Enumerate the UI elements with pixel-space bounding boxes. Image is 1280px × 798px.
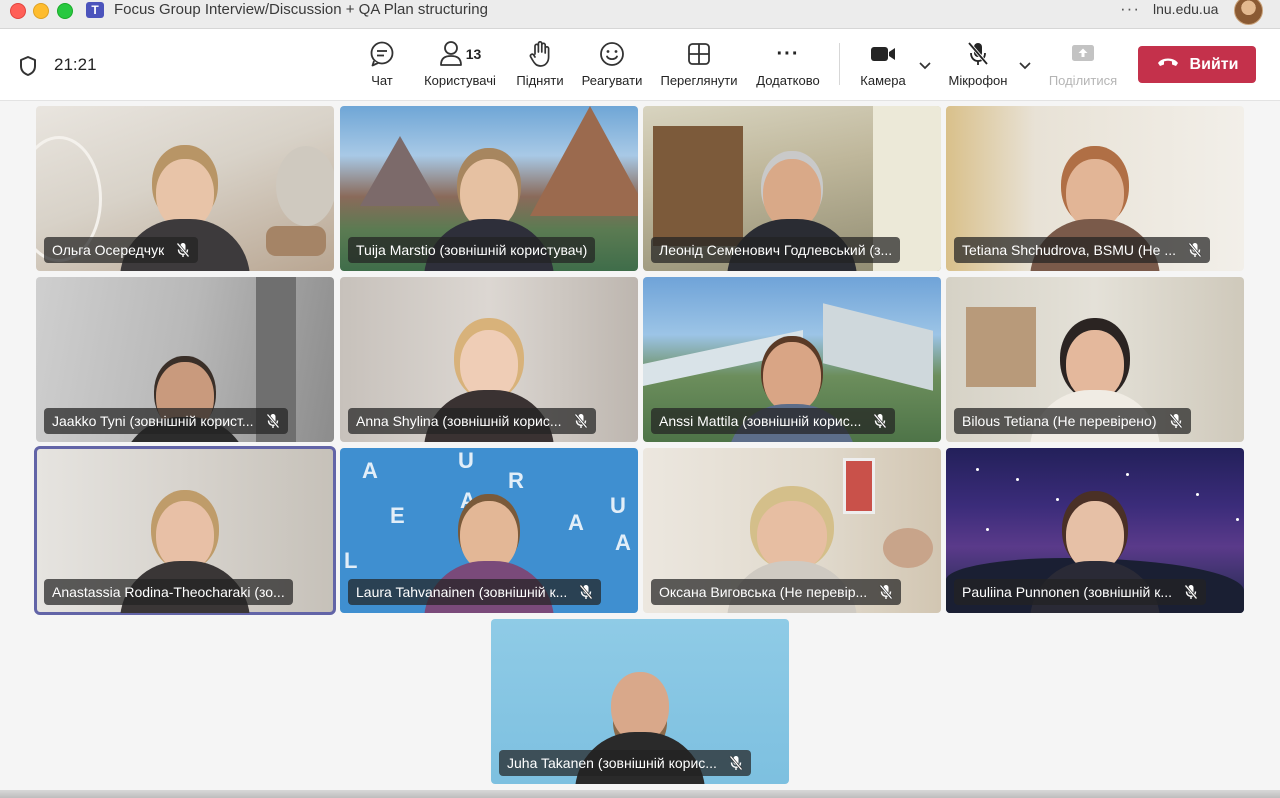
participant-nameplate: Pauliina Punnonen (зовнішній к... [954,579,1206,605]
participant-name: Jaakko Tyni (зовнішній корист... [52,413,254,429]
raise-hand-label: Підняти [516,73,564,88]
toolbar-divider [839,43,840,85]
participant-name: Оксана Виговська (Не перевір... [659,584,868,600]
participant-name: Juha Takanen (зовнішній корис... [507,755,717,771]
participant-nameplate: Jaakko Tyni (зовнішній корист... [44,408,288,434]
participant-name: Anna Shylina (зовнішній корис... [356,413,562,429]
window-more-button[interactable]: ··· [1120,0,1140,19]
participant-nameplate: Леонід Семенович Годлевський (з... [651,237,901,263]
more-icon: ··· [776,42,800,65]
more-actions-label: Додатково [756,73,820,88]
participant-name: Tetiana Shchudrova, BSMU (Не ... [962,242,1176,258]
participant-tile[interactable]: Tuija Marstio (зовнішній користувач) [340,106,638,271]
participant-tile[interactable]: Tetiana Shchudrova, BSMU (Не ... [946,106,1244,271]
chat-label: Чат [371,73,393,88]
meeting-toolbar: 21:21 Чат 13 Користувачі Підняти Реагува… [0,29,1280,101]
people-label: Користувачі [424,73,496,88]
mic-muted-icon [873,413,887,429]
participant-name: Tuija Marstio (зовнішній користувач) [356,242,588,258]
mic-options-chevron-down-icon[interactable] [1018,57,1032,75]
participant-tile[interactable]: Pauliina Punnonen (зовнішній к... [946,448,1244,613]
react-label: Реагувати [581,73,643,88]
people-count: 13 [465,46,482,62]
people-button[interactable]: 13 Користувачі [418,39,502,95]
zoom-window-button[interactable] [57,3,73,19]
mic-muted-icon [1184,584,1198,600]
camera-icon [869,39,897,69]
participant-nameplate: Anssi Mattila (зовнішній корис... [651,408,896,434]
participant-tile[interactable]: Juha Takanen (зовнішній корис... [491,619,789,784]
share-button[interactable]: Поділитися [1044,39,1122,95]
meeting-timer: 21:21 [54,55,97,74]
camera-options-chevron-down-icon[interactable] [918,57,932,75]
mic-muted-icon [879,584,893,600]
participant-nameplate: Tetiana Shchudrova, BSMU (Не ... [954,237,1210,263]
mic-muted-icon [176,242,190,258]
smiley-icon [598,39,626,69]
participant-nameplate: Anna Shylina (зовнішній корис... [348,408,596,434]
window-title: Focus Group Interview/Discussion + QA Pl… [114,1,488,18]
participant-tile[interactable]: Anna Shylina (зовнішній корис... [340,277,638,442]
participant-tile[interactable]: Леонід Семенович Годлевський (з... [643,106,941,271]
participant-name: Anastassia Rodina-Theocharaki (зо... [52,584,285,600]
participant-nameplate: Оксана Виговська (Не перевір... [651,579,902,605]
window-title-bar: T Focus Group Interview/Discussion + QA … [0,0,1280,29]
view-button[interactable]: Переглянути [656,39,742,95]
view-label: Переглянути [660,73,738,88]
leave-label: Вийти [1189,55,1239,73]
mic-muted-icon [574,413,588,429]
share-label: Поділитися [1048,73,1118,88]
participant-nameplate: Tuija Marstio (зовнішній користувач) [348,237,596,263]
participant-tile[interactable]: Jaakko Tyni (зовнішній корист... [36,277,334,442]
window-bottom-edge [0,790,1280,798]
camera-label: Камера [860,73,906,88]
mic-muted-icon [1188,242,1202,258]
chat-icon [368,39,396,69]
mic-muted-icon [1169,413,1183,429]
participant-name: Laura Tahvanainen (зовнішній к... [356,584,568,600]
participant-tile[interactable]: Оксана Виговська (Не перевір... [643,448,941,613]
hand-icon [528,39,552,69]
participant-tile[interactable]: Ольга Осередчук [36,106,334,271]
chat-button[interactable]: Чат [362,39,402,95]
minimize-window-button[interactable] [33,3,49,19]
close-window-button[interactable] [10,3,26,19]
participant-tile[interactable]: A U R E A L U A A Laura Tahvanainen (зов… [340,448,638,613]
microphone-button[interactable]: Мікрофон [944,39,1012,95]
people-icon [439,41,462,66]
participant-tile[interactable]: Anssi Mattila (зовнішній корис... [643,277,941,442]
organization-label: lnu.edu.ua [1153,1,1219,17]
mic-muted-icon [266,413,280,429]
participant-name: Anssi Mattila (зовнішній корис... [659,413,862,429]
react-button[interactable]: Реагувати [576,39,648,95]
leave-button[interactable]: Вийти [1138,46,1256,83]
mic-muted-icon [729,755,743,771]
microphone-label: Мікрофон [948,73,1008,88]
participant-name: Pauliina Punnonen (зовнішній к... [962,584,1172,600]
hang-up-icon [1156,55,1180,74]
share-icon [1070,39,1096,69]
participant-nameplate: Bilous Tetiana (Не перевірено) [954,408,1191,434]
participant-nameplate: Anastassia Rodina-Theocharaki (зо... [44,579,293,605]
camera-button[interactable]: Камера [856,39,910,95]
more-actions-button[interactable]: ··· Додатково [752,39,824,95]
participant-tile[interactable]: Bilous Tetiana (Не перевірено) [946,277,1244,442]
participant-nameplate: Juha Takanen (зовнішній корис... [499,750,751,776]
mic-muted-icon [579,584,593,600]
user-avatar[interactable] [1234,0,1263,25]
participant-nameplate: Ольга Осередчук [44,237,199,263]
participant-nameplate: Laura Tahvanainen (зовнішній к... [348,579,602,605]
participant-tile-active-speaker[interactable]: Anastassia Rodina-Theocharaki (зо... [34,446,336,615]
mic-off-icon [965,39,991,69]
raise-hand-button[interactable]: Підняти [512,39,568,95]
shield-icon[interactable] [18,55,38,82]
teams-app-icon: T [86,2,104,18]
participant-name: Bilous Tetiana (Не перевірено) [962,413,1157,429]
grid-view-icon [686,39,712,69]
participant-name: Ольга Осередчук [52,242,165,258]
participant-name: Леонід Семенович Годлевський (з... [659,242,893,258]
